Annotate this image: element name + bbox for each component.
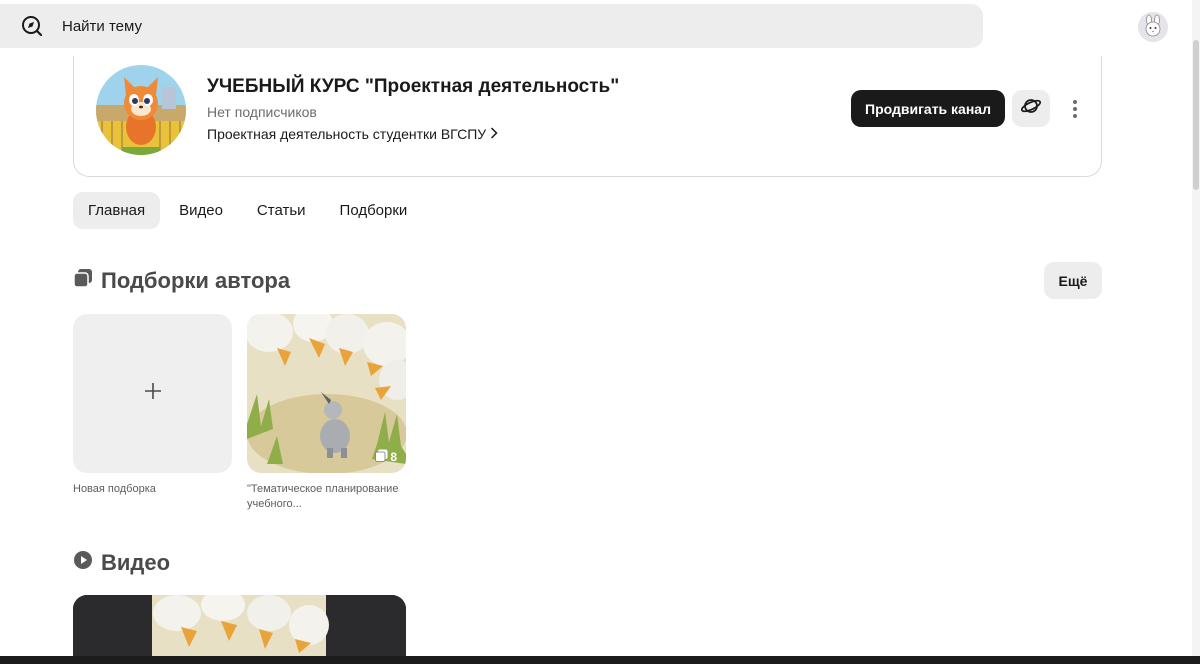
video-thumbnail <box>73 595 406 664</box>
channel-title: УЧЕБНЫЙ КУРС "Проектная деятельность" <box>207 76 620 97</box>
tab-video[interactable]: Видео <box>164 192 238 229</box>
more-collections-button[interactable]: Ещё <box>1044 262 1102 299</box>
search-input[interactable]: Найти тему <box>62 18 142 35</box>
scrollbar-thumb[interactable] <box>1193 40 1199 190</box>
channel-description: Проектная деятельность студентки ВГСПУ <box>207 126 487 142</box>
new-collection-tile[interactable] <box>73 314 232 473</box>
promote-channel-button[interactable]: Продвигать канал <box>851 90 1005 127</box>
more-dot <box>1073 100 1077 104</box>
collections-count-icon <box>375 449 388 465</box>
subscriber-count: Нет подписчиков <box>207 104 317 120</box>
planet-button[interactable] <box>1012 90 1050 127</box>
planet-icon <box>1020 95 1042 122</box>
video-play-icon <box>73 550 93 576</box>
tab-collections[interactable]: Подборки <box>325 192 423 229</box>
collection-item-count: 8 <box>375 449 397 465</box>
page: Найти тему УЧЕБНЫЙ КУРС "Проектная деяте… <box>0 0 1200 664</box>
collections-icon <box>73 268 93 294</box>
more-dot <box>1073 107 1077 111</box>
collections-title: Подборки автора <box>101 268 291 293</box>
chevron-right-icon <box>490 126 498 142</box>
more-options-button[interactable] <box>1064 94 1086 124</box>
channel-header: УЧЕБНЫЙ КУРС "Проектная деятельность" Не… <box>73 56 1102 177</box>
user-avatar[interactable] <box>1138 12 1168 42</box>
search-bar[interactable]: Найти тему <box>0 4 983 48</box>
tab-articles[interactable]: Статьи <box>242 192 321 229</box>
new-collection-label: Новая подборка <box>73 483 156 495</box>
collection-card[interactable]: 8 <box>247 314 406 473</box>
more-dot <box>1073 114 1077 118</box>
compass-search-icon[interactable] <box>20 14 44 38</box>
plus-icon <box>143 381 163 406</box>
video-card[interactable] <box>73 595 406 664</box>
taskbar-edge <box>0 656 1200 664</box>
tab-main[interactable]: Главная <box>73 192 161 229</box>
collection-count-value: 8 <box>390 450 397 464</box>
videos-title: Видео <box>101 550 171 575</box>
channel-avatar[interactable] <box>96 65 186 155</box>
collections-heading: Подборки автора <box>73 268 290 294</box>
videos-heading: Видео <box>73 550 170 576</box>
channel-description-link[interactable]: Проектная деятельность студентки ВГСПУ <box>207 126 498 142</box>
channel-tabs: Главная Видео Статьи Подборки <box>73 192 422 229</box>
collection-caption: "Тематическое планирование учебного... <box>247 483 399 510</box>
